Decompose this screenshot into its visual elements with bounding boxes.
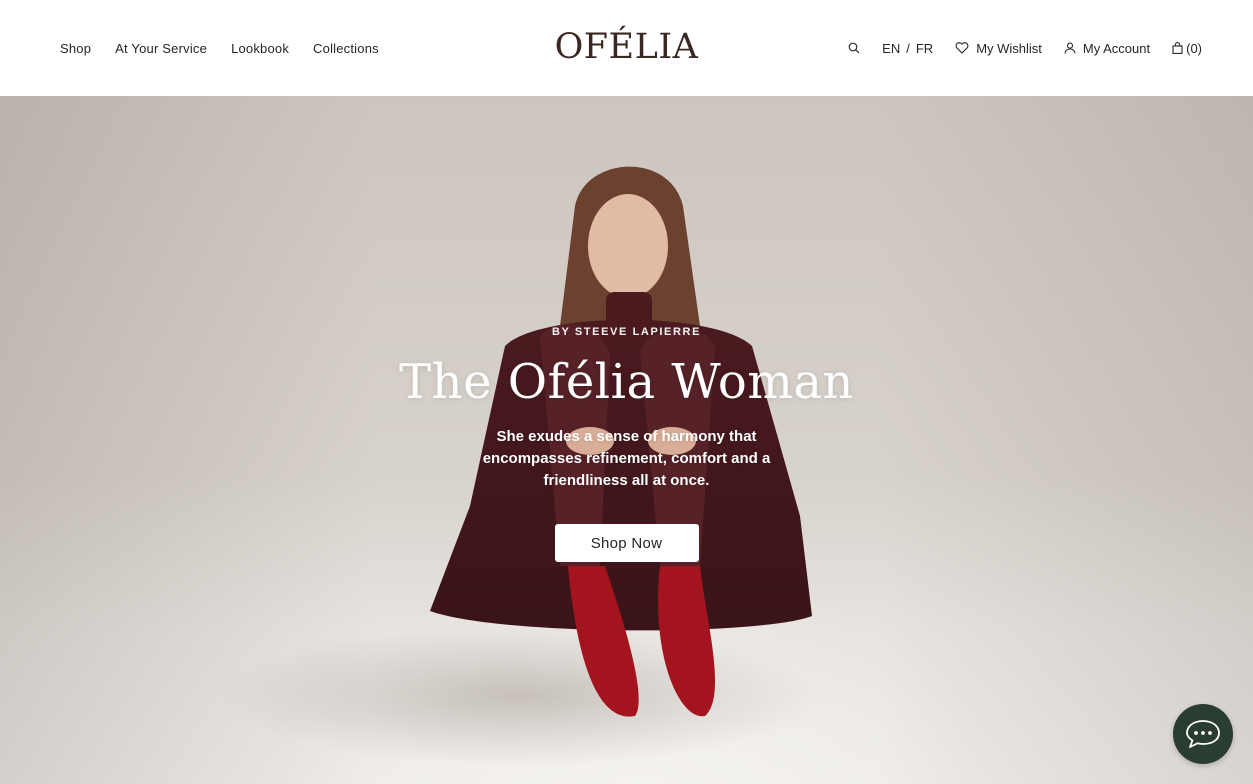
nav-lookbook[interactable]: Lookbook [231, 41, 289, 56]
nav-at-your-service[interactable]: At Your Service [115, 41, 207, 56]
account-label: My Account [1082, 40, 1151, 56]
wishlist-label: My Wishlist [976, 40, 1042, 56]
primary-nav: Shop At Your Service Lookbook Collection… [60, 41, 379, 56]
lang-fr-link[interactable]: FR [916, 41, 933, 56]
hero-title: The Ofélia Woman [399, 354, 854, 410]
cart-count: (0) [1186, 40, 1202, 56]
hero-kicker: BY STEEVE LAPIERRE [551, 326, 702, 338]
chat-button[interactable] [1173, 704, 1233, 764]
cart-link[interactable]: (0) [1172, 41, 1202, 56]
nav-shop[interactable]: Shop [60, 41, 91, 56]
hero-banner: BY STEEVE LAPIERRE The Ofélia Woman She … [0, 96, 1253, 784]
nav-collections[interactable]: Collections [313, 41, 379, 56]
search-icon[interactable] [848, 42, 860, 54]
lang-en-link[interactable]: EN [882, 41, 900, 56]
utility-nav: EN / FR My Wishlist My Account (0) [848, 41, 1202, 56]
hero-content: BY STEEVE LAPIERRE The Ofélia Woman She … [0, 326, 1253, 562]
shopping-bag-icon [1172, 42, 1183, 54]
heart-icon [955, 42, 969, 54]
language-switcher: EN / FR [882, 41, 933, 56]
lang-separator: / [906, 40, 910, 56]
user-icon [1064, 42, 1076, 54]
hero-description: She exudes a sense of harmony that encom… [482, 428, 771, 489]
brand-logo[interactable]: OFÉLIA [555, 22, 699, 72]
site-header: Shop At Your Service Lookbook Collection… [0, 0, 1253, 96]
shop-now-button[interactable]: Shop Now [554, 524, 699, 562]
chat-bubble-icon [1185, 718, 1221, 750]
account-link[interactable]: My Account [1064, 41, 1150, 56]
wishlist-link[interactable]: My Wishlist [955, 41, 1042, 56]
